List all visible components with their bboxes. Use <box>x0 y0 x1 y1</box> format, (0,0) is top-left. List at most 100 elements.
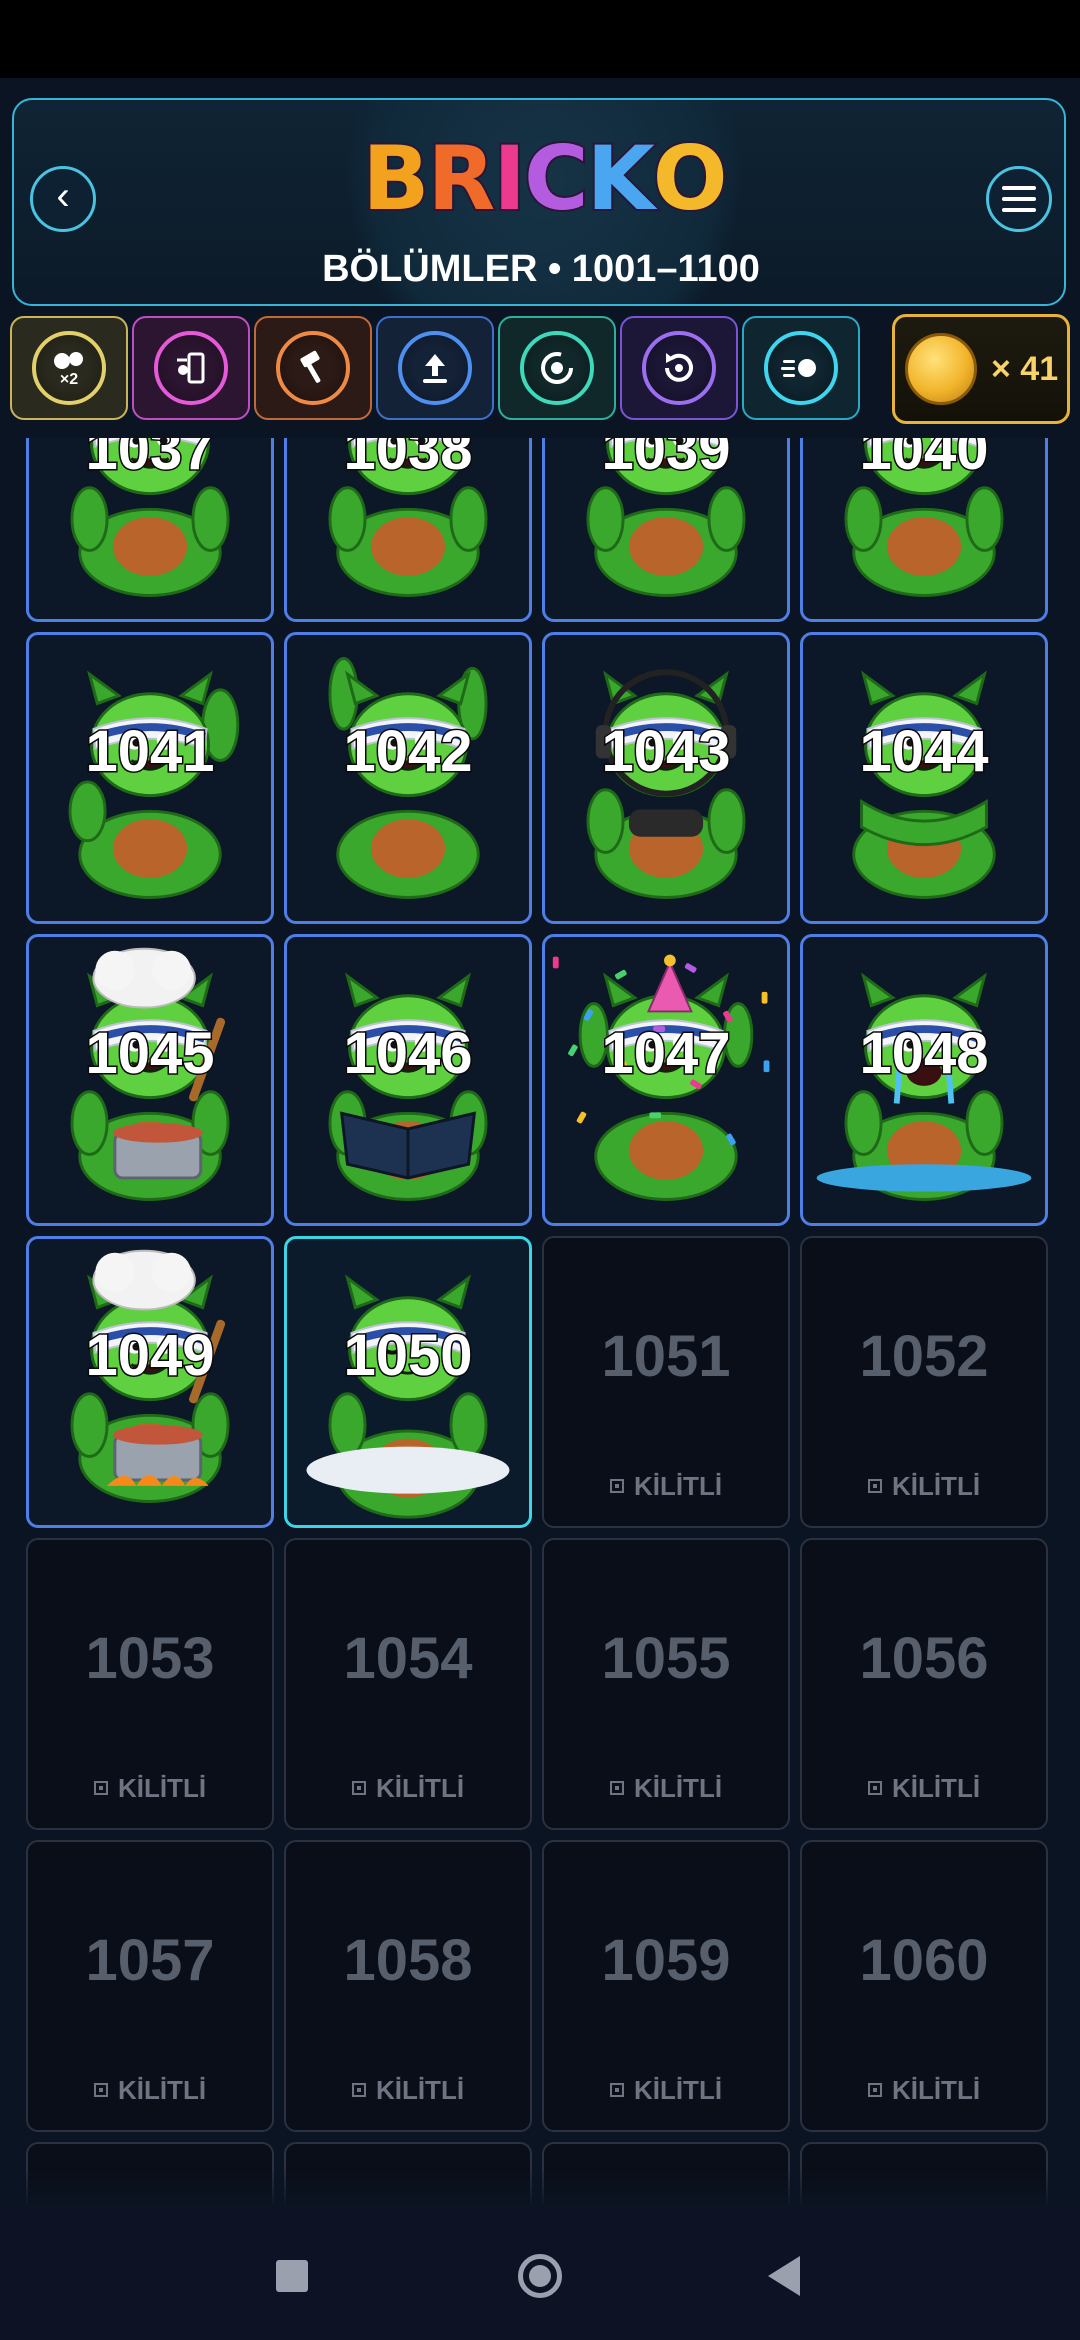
level-tile-completed[interactable]: 1048 <box>800 934 1048 1226</box>
powerup-double-ball-button[interactable]: ×2 <box>10 316 128 420</box>
level-tile-completed[interactable]: 1043 <box>542 632 790 924</box>
locked-label: KİLİTLİ <box>286 1773 530 1804</box>
level-number: 1044 <box>858 719 990 784</box>
lock-icon <box>351 2083 366 2098</box>
level-number: 1037 <box>84 438 216 482</box>
powerup-portal-button[interactable] <box>132 316 250 420</box>
svg-text:×2: ×2 <box>60 371 78 388</box>
level-tile-locked: 1057 KİLİTLİ <box>26 1840 274 2132</box>
level-tile-completed[interactable]: 1044 <box>800 632 1048 924</box>
lock-icon <box>609 1479 624 1494</box>
powerup-rewind-button[interactable] <box>620 316 738 420</box>
level-number: 1046 <box>342 1021 474 1086</box>
back-button[interactable]: ‹ <box>30 166 96 232</box>
level-tile-completed[interactable]: 1040 <box>800 438 1048 622</box>
back-nav-button[interactable] <box>756 2248 812 2304</box>
powerup-speed-button[interactable] <box>742 316 860 420</box>
home-button[interactable] <box>512 2248 568 2304</box>
powerup-hammer-button[interactable] <box>254 316 372 420</box>
speed-ball-icon <box>764 331 838 405</box>
level-tile-locked: 1058 KİLİTLİ <box>284 1840 532 2132</box>
level-number: 1045 <box>84 1021 216 1086</box>
level-tile-locked: 1053 KİLİTLİ <box>26 1538 274 1830</box>
lock-icon <box>93 1781 108 1796</box>
level-number: 1049 <box>84 1323 216 1388</box>
powerup-toolbar: ×2 × 41 <box>10 314 1070 426</box>
locked-text: KİLİTLİ <box>117 1773 207 1803</box>
level-tile-completed[interactable]: 1038 <box>284 438 532 622</box>
header-panel: ‹ BRICKO BÖLÜMLER • 1001–1100 <box>12 98 1066 306</box>
logo-letter: I <box>491 127 528 230</box>
locked-label: KİLİTLİ <box>28 1773 272 1804</box>
locked-label: KİLİTLİ <box>544 2075 788 2106</box>
powerup-launch-button[interactable] <box>376 316 494 420</box>
level-tile-locked: 1054 KİLİTLİ <box>284 1538 532 1830</box>
hamburger-menu-icon <box>1002 186 1036 212</box>
coin-count: × 41 <box>991 349 1059 388</box>
level-tile-locked: 1060 KİLİTLİ <box>800 1840 1048 2132</box>
logo-letter: O <box>651 127 730 230</box>
locked-label: KİLİTLİ <box>544 1471 788 1502</box>
lock-icon <box>867 1479 882 1494</box>
lock-icon <box>867 1781 882 1796</box>
portal-icon <box>154 331 228 405</box>
level-tile-completed[interactable]: 1039 <box>542 438 790 622</box>
status-bar <box>0 0 1080 78</box>
level-number: 1038 <box>342 438 474 482</box>
level-number: 1048 <box>858 1021 990 1086</box>
bricko-logo: BRICKO <box>354 124 734 234</box>
level-number: 1051 <box>601 1324 731 1389</box>
locked-text: KİLİTLİ <box>891 1773 981 1803</box>
lock-icon <box>609 2083 624 2098</box>
locked-label: KİLİTLİ <box>286 2075 530 2106</box>
grid-fade <box>0 2168 1080 2208</box>
locked-text: KİLİTLİ <box>633 1471 723 1501</box>
level-tile-completed[interactable]: 1041 <box>26 632 274 924</box>
level-tile-completed[interactable]: 1037 <box>26 438 274 622</box>
level-number: 1058 <box>343 1928 473 1993</box>
level-tile-locked: 1059 KİLİTLİ <box>542 1840 790 2132</box>
lock-icon <box>609 1781 624 1796</box>
system-nav-bar <box>0 2208 1080 2340</box>
logo-letter: K <box>585 127 657 230</box>
level-tile-locked: 1052 KİLİTLİ <box>800 1236 1048 1528</box>
level-tile-completed[interactable]: 1049 <box>26 1236 274 1528</box>
level-number: 1039 <box>600 438 732 482</box>
locked-text: KİLİTLİ <box>891 2075 981 2105</box>
level-number: 1052 <box>859 1324 989 1389</box>
level-tile-completed[interactable]: 1046 <box>284 934 532 1226</box>
menu-button[interactable] <box>986 166 1052 232</box>
coin-counter[interactable]: × 41 <box>892 314 1070 424</box>
level-number: 1060 <box>859 1928 989 1993</box>
level-number: 1055 <box>601 1626 731 1691</box>
launch-icon <box>398 331 472 405</box>
hammer-icon <box>276 331 350 405</box>
locked-label: KİLİTLİ <box>802 1773 1046 1804</box>
level-number: 1059 <box>601 1928 731 1993</box>
circle-home-icon <box>518 2254 562 2298</box>
app-screen: ‹ BRICKO BÖLÜMLER • 1001–1100 ×2 × 41 10… <box>0 78 1080 2208</box>
lock-icon <box>867 2083 882 2098</box>
level-tile-completed[interactable]: 1047 <box>542 934 790 1226</box>
locked-label: KİLİTLİ <box>28 2075 272 2106</box>
level-tile-completed[interactable]: 1042 <box>284 632 532 924</box>
level-tile-locked: 1051 KİLİTLİ <box>542 1236 790 1528</box>
locked-label: KİLİTLİ <box>544 1773 788 1804</box>
powerup-shield-button[interactable] <box>498 316 616 420</box>
level-number: 1043 <box>600 719 732 784</box>
logo-letter: R <box>425 127 497 230</box>
level-tile-current[interactable]: 1050 <box>284 1236 532 1528</box>
rewind-icon <box>642 331 716 405</box>
locked-text: KİLİTLİ <box>375 2075 465 2105</box>
level-number: 1053 <box>85 1626 215 1691</box>
triangle-back-icon <box>768 2256 800 2296</box>
recents-button[interactable] <box>264 2248 320 2304</box>
level-number: 1054 <box>343 1626 473 1691</box>
lock-icon <box>351 1781 366 1796</box>
level-grid-viewport[interactable]: 1037 1038 1039 1040 1041 1042 1043 1044 1045 1046… <box>0 438 1080 2208</box>
locked-label: KİLİTLİ <box>802 2075 1046 2106</box>
level-number: 1047 <box>600 1021 732 1086</box>
locked-text: KİLİTLİ <box>891 1471 981 1501</box>
level-tile-locked: 1056 KİLİTLİ <box>800 1538 1048 1830</box>
level-tile-completed[interactable]: 1045 <box>26 934 274 1226</box>
